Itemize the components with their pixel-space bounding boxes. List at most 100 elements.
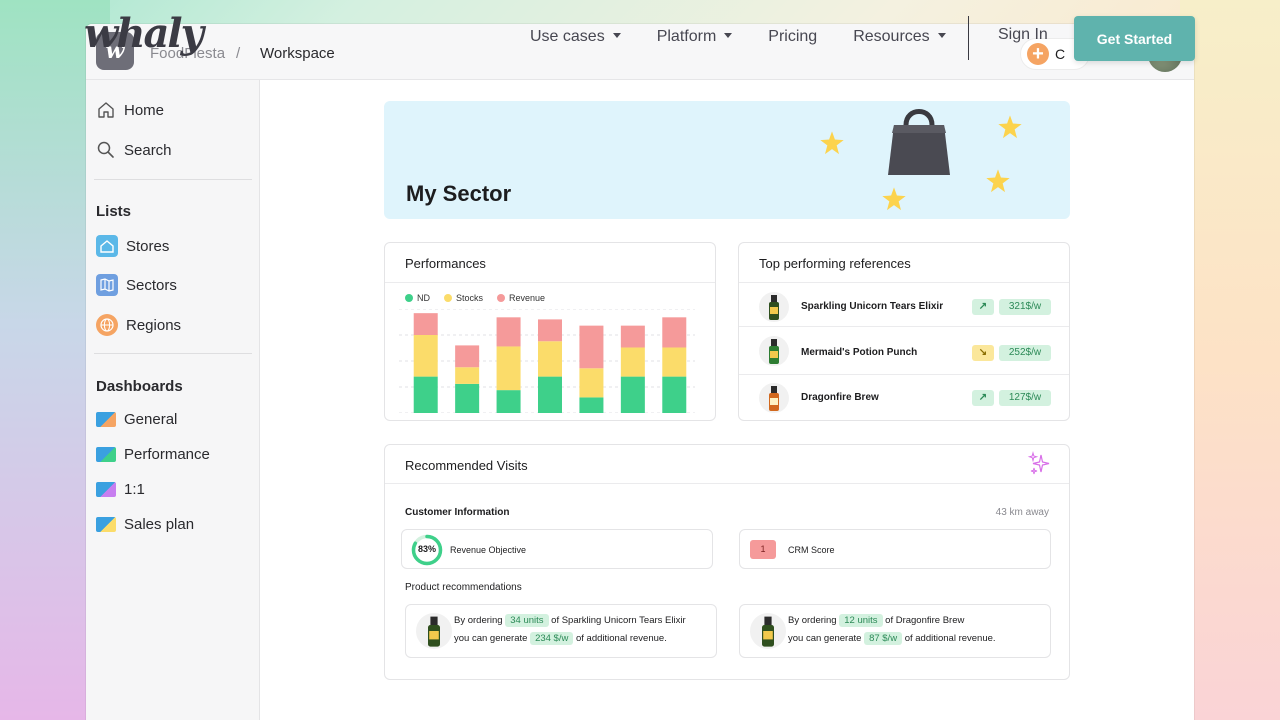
nav-use-cases[interactable]: Use cases: [512, 24, 639, 50]
reference-row[interactable]: Dragonfire Brew ↗ 127$/w: [739, 374, 1069, 420]
hero-banner: My Sector: [384, 101, 1070, 219]
customer-info-label: Customer Information: [405, 507, 510, 518]
performance-chart: [399, 309, 695, 413]
lists-heading: Lists: [96, 203, 132, 220]
recommendation-text: of additional revenue.: [904, 633, 996, 644]
bar-stocks[interactable]: [455, 367, 480, 384]
crm-score-value: 1: [750, 540, 776, 559]
sidebar-item-label: Sales plan: [124, 516, 195, 533]
sidebar-item-stores[interactable]: Stores: [96, 235, 169, 257]
sidebar-item-sectors[interactable]: Sectors: [96, 274, 177, 296]
caret-down-icon: [937, 32, 946, 38]
trend-down-icon: ↘: [972, 345, 994, 361]
bar-nd[interactable]: [620, 376, 645, 413]
nav-resources[interactable]: Resources: [835, 24, 963, 50]
sidebar-item-regions[interactable]: Regions: [96, 314, 181, 336]
amount-badge: 234 $/w: [530, 632, 574, 645]
chart-legend: ND Stocks Revenue: [405, 293, 545, 303]
amount-badge: 87 $/w: [864, 632, 903, 645]
reference-row[interactable]: Sparkling Unicorn Tears Elixir ↗ 321$/w: [739, 282, 1069, 330]
reference-name: Mermaid's Potion Punch: [801, 347, 918, 358]
bar-revenue[interactable]: [620, 325, 645, 348]
nav-platform[interactable]: Platform: [639, 24, 751, 50]
legend-item: Revenue: [497, 293, 545, 303]
nav-label: Use cases: [530, 28, 605, 45]
sidebar-item-label: Regions: [126, 316, 182, 334]
sidebar-item-search[interactable]: Search: [96, 140, 172, 160]
sidebar-item-1-1[interactable]: 1:1: [96, 481, 145, 498]
units-badge: 34 units: [505, 614, 549, 627]
progress-percent: 83%: [417, 544, 436, 554]
reference-rate: 321$/w: [999, 299, 1051, 315]
sidebar-item-home[interactable]: Home: [96, 100, 164, 120]
bottle-icon: [416, 613, 452, 649]
bar-nd[interactable]: [538, 376, 562, 413]
bar-stocks[interactable]: [579, 368, 604, 398]
nav-links: Use cases Platform Pricing Resources: [512, 24, 964, 50]
performances-card: Performances ND Stocks Revenue: [384, 242, 716, 421]
caret-down-icon: [612, 32, 621, 38]
bar-stocks[interactable]: [413, 335, 438, 377]
page-title: My Sector: [406, 181, 512, 206]
card-divider: [385, 282, 715, 283]
sidebar-item-label: Sectors: [126, 276, 177, 294]
top-references-card: Top performing references Sparkling Unic…: [738, 242, 1070, 421]
app-window: w FoodFiesta / Workspace + C Home Search…: [86, 24, 1194, 720]
distance-label: 43 km away: [995, 507, 1049, 518]
sidebar-item-sales-plan[interactable]: Sales plan: [96, 516, 194, 533]
bar-stocks[interactable]: [620, 347, 645, 377]
product-recommendations-label: Product recommendations: [405, 582, 522, 593]
bottle-icon: [759, 292, 789, 322]
sidebar-item-general[interactable]: General: [96, 411, 177, 428]
bar-nd[interactable]: [496, 390, 521, 413]
legend-label: Revenue: [509, 293, 546, 303]
bar-stocks[interactable]: [496, 346, 521, 391]
bottle-icon: [759, 383, 789, 413]
bar-revenue[interactable]: [662, 317, 687, 348]
sidebar-item-label: General: [124, 411, 178, 428]
bar-revenue[interactable]: [455, 345, 480, 368]
bar-revenue[interactable]: [496, 317, 521, 347]
star-icon: [986, 169, 1010, 193]
get-started-button[interactable]: Get Started: [1074, 16, 1195, 61]
card-divider: [385, 483, 1069, 484]
bar-nd[interactable]: [579, 397, 604, 413]
signin-link[interactable]: Sign In: [998, 26, 1048, 44]
caret-down-icon: [724, 32, 733, 38]
reference-name: Dragonfire Brew: [801, 392, 879, 403]
reference-row[interactable]: Mermaid's Potion Punch ↘ 252$/w: [739, 326, 1069, 374]
recommendation-card[interactable]: By ordering 12 units of Dragonfire Brew …: [739, 604, 1051, 658]
bar-revenue[interactable]: [579, 325, 604, 369]
shopping-bag-icon: [888, 109, 950, 175]
folder-icon: [96, 482, 116, 497]
recommendation-line-2: you can generate 234 $/w of additional r…: [454, 632, 667, 645]
crm-score-box[interactable]: 1 CRM Score: [739, 529, 1051, 569]
recommendation-text: By ordering: [454, 615, 503, 626]
recommendation-card[interactable]: By ordering 34 units of Sparkling Unicor…: [405, 604, 717, 658]
recommendation-text: of additional revenue.: [575, 633, 667, 644]
legend-label: Stocks: [456, 293, 484, 303]
sidebar-item-performance[interactable]: Performance: [96, 446, 210, 463]
recommendation-line-1: By ordering 12 units of Dragonfire Brew: [788, 614, 964, 627]
revenue-objective-label: Revenue Objective: [450, 545, 527, 555]
bar-stocks[interactable]: [538, 341, 562, 377]
reference-rate: 252$/w: [999, 345, 1051, 361]
recommended-visits-title: Recommended Visits: [405, 458, 528, 473]
bar-nd[interactable]: [662, 376, 687, 413]
home-icon: [98, 102, 114, 118]
bar-stocks[interactable]: [662, 347, 687, 377]
bar-nd[interactable]: [455, 383, 480, 413]
nav-pricing[interactable]: Pricing: [750, 24, 835, 50]
revenue-objective-box[interactable]: 83% Revenue Objective: [401, 529, 713, 569]
bar-nd[interactable]: [413, 376, 438, 413]
crm-score-label: CRM Score: [788, 545, 835, 555]
sidebar: Home Search Lists Stores Sectors Regions: [86, 80, 260, 720]
bar-revenue[interactable]: [538, 319, 562, 342]
units-badge: 12 units: [839, 614, 883, 627]
recommendation-text: of Sparkling Unicorn Tears Elixir: [551, 615, 686, 626]
legend-dot: [444, 294, 452, 302]
bar-revenue[interactable]: [413, 313, 438, 335]
recommendation-text: you can generate: [454, 633, 528, 644]
folder-icon: [96, 447, 116, 462]
site-logo[interactable]: whaly: [84, 10, 204, 57]
